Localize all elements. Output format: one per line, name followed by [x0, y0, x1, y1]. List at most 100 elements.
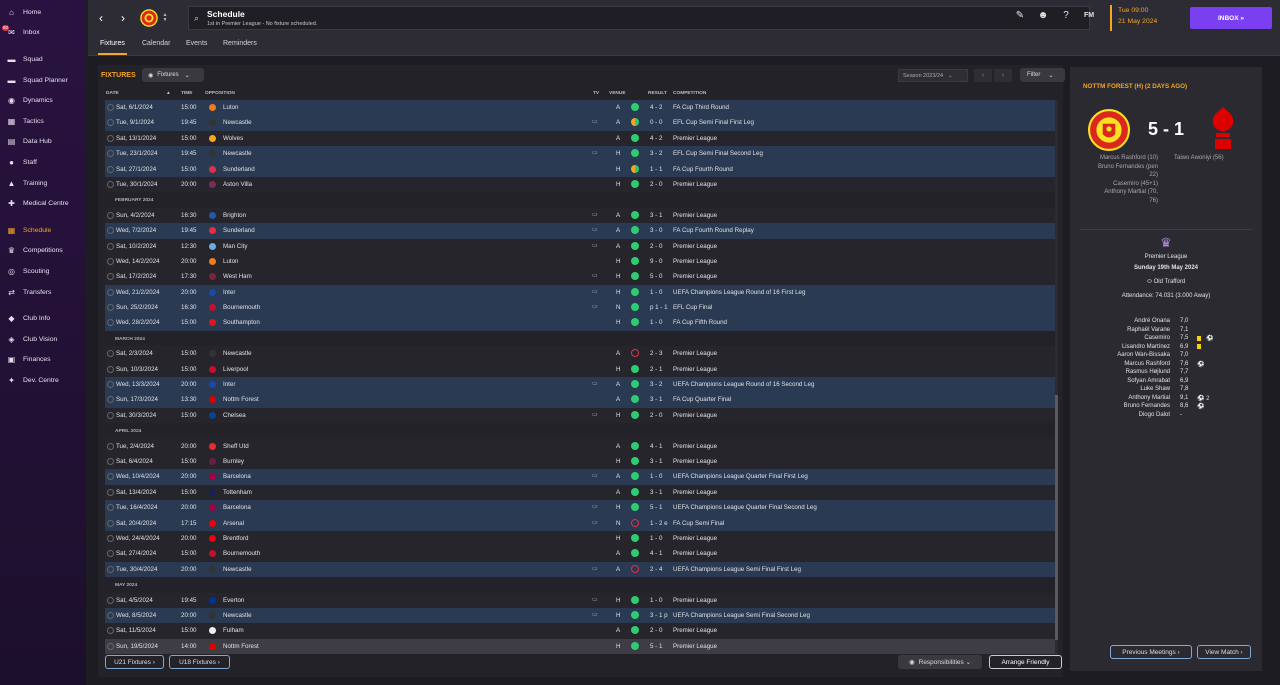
continue-inbox-button[interactable]: INBOX »: [1190, 7, 1272, 29]
fixture-row[interactable]: Wed, 28/2/2024 15:00 Southampton H 1 - 0…: [105, 315, 1055, 331]
fixture-row[interactable]: Sun, 10/3/2024 15:00 Liverpool H 2 - 1 P…: [105, 361, 1055, 378]
arrange-friendly-button[interactable]: Arrange Friendly: [989, 655, 1062, 669]
sidebar-item-club-info[interactable]: ◆ Club Info: [0, 308, 86, 329]
sidebar-item-medical-centre[interactable]: ✚ Medical Centre: [0, 193, 86, 214]
lineup-player[interactable]: Luke Shaw 7,8: [1070, 386, 1262, 395]
lineup-player[interactable]: Bruno Fernandes 8,6 ⚽: [1070, 403, 1262, 412]
next-season-button[interactable]: ›: [994, 69, 1012, 82]
fixture-opponent[interactable]: Newcastle: [223, 150, 252, 157]
fixture-opponent[interactable]: Sunderland: [223, 227, 255, 234]
fixture-opponent[interactable]: Liverpool: [223, 366, 248, 373]
fixture-row[interactable]: Sat, 20/4/2024 17:15 Arsenal ▭ N 1 - 2 e…: [105, 515, 1055, 531]
col-competition[interactable]: COMPETITION: [673, 91, 706, 96]
fixture-opponent[interactable]: Barcelona: [223, 504, 251, 511]
fixture-opponent[interactable]: Newcastle: [223, 350, 252, 357]
manager-icon[interactable]: ☻: [1036, 10, 1050, 24]
fixture-row[interactable]: Sat, 27/4/2024 15:00 Bournemouth A 4 - 1…: [105, 546, 1055, 562]
sidebar-item-competitions[interactable]: ♛ Competitions: [0, 241, 86, 262]
fixture-row[interactable]: Tue, 9/1/2024 19:45 Newcastle ▭ A 0 - 0 …: [105, 115, 1055, 131]
fixture-opponent[interactable]: Bournemouth: [223, 304, 260, 311]
sidebar-item-tactics[interactable]: ▦ Tactics: [0, 111, 86, 132]
fixture-opponent[interactable]: Wolves: [223, 135, 243, 142]
fixture-opponent[interactable]: Man City: [223, 243, 247, 250]
fixture-opponent[interactable]: Sheff Utd: [223, 443, 249, 450]
fixture-row[interactable]: Wed, 13/3/2024 20:00 Inter ▭ A 3 - 2 UEF…: [105, 377, 1055, 393]
fixture-row[interactable]: Wed, 8/5/2024 20:00 Newcastle ▭ H 3 - 1 …: [105, 607, 1055, 624]
fixture-row[interactable]: Sat, 10/2/2024 12:30 Man City ▭ A 2 - 0 …: [105, 238, 1055, 254]
sidebar-item-transfers[interactable]: ⇄ Transfers: [0, 282, 86, 303]
prev-season-button[interactable]: ‹: [974, 69, 992, 82]
sidebar-item-squad[interactable]: ▬ Squad: [0, 49, 86, 70]
fixture-opponent[interactable]: Inter: [223, 289, 235, 296]
fixture-row[interactable]: Sat, 27/1/2024 15:00 Sunderland H 1 - 1 …: [105, 161, 1055, 177]
sidebar-item-squad-planner[interactable]: ▬ Squad Planner: [0, 70, 86, 91]
col-tv[interactable]: TV: [593, 91, 599, 96]
fixture-opponent[interactable]: Inter: [223, 381, 235, 388]
lineup-player[interactable]: Raphaël Varane 7,1: [1070, 327, 1262, 336]
edit-icon[interactable]: ✎: [1013, 10, 1027, 24]
fixture-row[interactable]: Tue, 30/4/2024 20:00 Newcastle ▭ A 2 - 4…: [105, 561, 1055, 578]
u21-fixtures-button[interactable]: U21 Fixtures ›: [105, 655, 164, 669]
home-crest-icon[interactable]: [1088, 109, 1130, 151]
scrollbar-thumb[interactable]: [1055, 395, 1058, 640]
fixture-opponent[interactable]: Tottenham: [223, 489, 252, 496]
fixture-opponent[interactable]: Brentford: [223, 535, 248, 542]
fm-menu-icon[interactable]: FM: [1082, 12, 1096, 26]
season-select[interactable]: Season 2023/24 ⌄: [898, 69, 968, 82]
sidebar-item-scouting[interactable]: ◎ Scouting: [0, 261, 86, 282]
fixture-opponent[interactable]: Southampton: [223, 319, 260, 326]
sidebar-item-home[interactable]: ⌂ Home: [0, 2, 86, 23]
tab-events[interactable]: Events: [186, 40, 207, 47]
fixture-opponent[interactable]: Newcastle: [223, 612, 252, 619]
fixture-row[interactable]: Sat, 11/5/2024 15:00 Fulham A 2 - 0 Prem…: [105, 623, 1055, 639]
search-bar[interactable]: ⌕ Schedule 1st in Premier League - No fi…: [188, 6, 1090, 30]
lineup-player[interactable]: Sofyan Amrabat 6,9: [1070, 378, 1262, 387]
sort-icon[interactable]: ▲: [166, 91, 171, 96]
lineup-player[interactable]: Diogo Dalot -: [1070, 412, 1262, 421]
help-icon[interactable]: ?: [1059, 10, 1073, 24]
lineup-player[interactable]: Anthony Martial 9,1 ⚽ 2: [1070, 395, 1262, 404]
forward-button[interactable]: ›: [114, 8, 132, 28]
fixture-row[interactable]: Tue, 30/1/2024 20:00 Aston Villa H 2 - 0…: [105, 176, 1055, 193]
lineup-player[interactable]: Aaron Wan-Bissaka 7,0: [1070, 352, 1262, 361]
fixture-row[interactable]: Sat, 30/3/2024 15:00 Chelsea ▭ H 2 - 0 P…: [105, 407, 1055, 424]
sidebar-item-club-vision[interactable]: ◈ Club Vision: [0, 329, 86, 350]
fixture-row[interactable]: Sun, 4/2/2024 16:30 Brighton ▭ A 3 - 1 P…: [105, 207, 1055, 224]
sidebar-item-data-hub[interactable]: ▤ Data Hub: [0, 132, 86, 153]
responsibilities-button[interactable]: ◉ Responsibilities ⌄: [898, 655, 982, 669]
fixture-row[interactable]: Wed, 21/2/2024 20:00 Inter ▭ H 1 - 0 UEF…: [105, 284, 1055, 301]
fixture-row[interactable]: Sun, 17/3/2024 13:30 Nottm Forest A 3 - …: [105, 392, 1055, 408]
u18-fixtures-button[interactable]: U18 Fixtures ›: [169, 655, 230, 669]
fixture-row[interactable]: Sat, 4/5/2024 19:45 Everton ▭ H 1 - 0 Pr…: [105, 592, 1055, 608]
fixture-row[interactable]: Sat, 6/1/2024 15:00 Luton A 4 - 2 FA Cup…: [105, 100, 1055, 116]
fixture-row[interactable]: Sat, 13/4/2024 15:00 Tottenham A 3 - 1 P…: [105, 484, 1055, 501]
fixture-opponent[interactable]: Everton: [223, 597, 244, 604]
fixture-opponent[interactable]: West Ham: [223, 273, 252, 280]
fixture-opponent[interactable]: Luton: [223, 104, 238, 111]
fixture-opponent[interactable]: Newcastle: [223, 119, 252, 126]
previous-meetings-button[interactable]: Previous Meetings ›: [1110, 645, 1192, 659]
col-time[interactable]: TIME: [181, 91, 192, 96]
fixture-opponent[interactable]: Luton: [223, 258, 238, 265]
fixture-opponent[interactable]: Fulham: [223, 627, 244, 634]
fixture-row[interactable]: Tue, 16/4/2024 20:00 Barcelona ▭ H 5 - 1…: [105, 500, 1055, 516]
sidebar-item-dev-centre[interactable]: ✦ Dev. Centre: [0, 370, 86, 391]
fixture-opponent[interactable]: Nottm Forest: [223, 643, 259, 650]
fixture-row[interactable]: Wed, 10/4/2024 20:00 Barcelona ▭ A 1 - 0…: [105, 469, 1055, 485]
lineup-player[interactable]: André Onana 7,0: [1070, 318, 1262, 327]
fixture-row[interactable]: Tue, 2/4/2024 20:00 Sheff Utd A 4 - 1 Pr…: [105, 438, 1055, 454]
away-crest-icon[interactable]: [1210, 105, 1236, 151]
fixture-row[interactable]: Wed, 7/2/2024 19:45 Sunderland ▭ A 3 - 0…: [105, 223, 1055, 239]
fixtures-view-dropdown[interactable]: ◉ Fixtures ⌄: [142, 68, 204, 82]
col-venue[interactable]: VENUE: [609, 91, 626, 96]
tab-fixtures[interactable]: Fixtures: [98, 40, 127, 55]
fixture-row[interactable]: Wed, 24/4/2024 20:00 Brentford H 1 - 0 P…: [105, 530, 1055, 547]
fixture-opponent[interactable]: Arsenal: [223, 520, 244, 527]
fixture-opponent[interactable]: Chelsea: [223, 412, 246, 419]
fixture-opponent[interactable]: Sunderland: [223, 166, 255, 173]
tab-reminders[interactable]: Reminders: [223, 40, 257, 47]
sidebar-item-finances[interactable]: ▣ Finances: [0, 350, 86, 371]
fixture-row[interactable]: Wed, 14/2/2024 20:00 Luton H 9 - 0 Premi…: [105, 253, 1055, 270]
lineup-player[interactable]: Marcus Rashford 7,6 ⚽: [1070, 361, 1262, 370]
fixture-opponent[interactable]: Bournemouth: [223, 550, 260, 557]
